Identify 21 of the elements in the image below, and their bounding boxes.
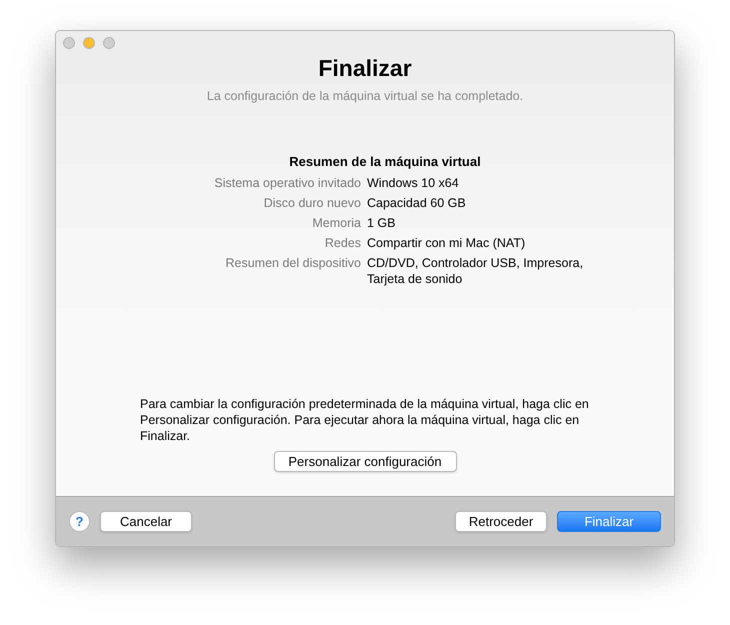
summary-label: Memoria bbox=[311, 215, 361, 232]
subtitle: La configuración de la máquina virtual se ha completado. bbox=[206, 88, 524, 105]
summary-label: Redes bbox=[324, 235, 361, 252]
window-control-icon[interactable] bbox=[63, 37, 75, 49]
customize-button[interactable]: Personalizar configuración bbox=[274, 451, 456, 472]
help-button[interactable]: ? bbox=[69, 511, 90, 532]
window-control-icon[interactable] bbox=[103, 37, 115, 49]
summary-value: Capacidad 60 GB bbox=[367, 195, 467, 212]
page-title: Finalizar bbox=[318, 54, 412, 83]
window-control-icon[interactable] bbox=[83, 37, 95, 49]
summary-value: CD/DVD, Controlador USB, Impresora, Tarjeta de sonido bbox=[367, 255, 584, 288]
instruction-text: Para cambiar la configuración predeterminada de la máquina virtual, haga clic en Personalizar configuración. Para ejecutar ahora la máquina virtual, haga clic en Finalizar. bbox=[140, 396, 590, 444]
footer-button[interactable]: Retroceder bbox=[455, 511, 547, 532]
summary-label: Resumen del dispositivo bbox=[224, 255, 361, 272]
footer-button[interactable]: Cancelar bbox=[100, 511, 192, 532]
summary-label: Disco duro nuevo bbox=[262, 195, 361, 212]
summary-label: Sistema operativo invitado bbox=[213, 175, 361, 192]
summary-heading: Resumen de la máquina virtual bbox=[289, 152, 481, 171]
summary-value: Compartir con mi Mac (NAT) bbox=[367, 235, 526, 252]
summary-value: Windows 10 x64 bbox=[367, 175, 460, 192]
summary-value: 1 GB bbox=[367, 215, 396, 232]
